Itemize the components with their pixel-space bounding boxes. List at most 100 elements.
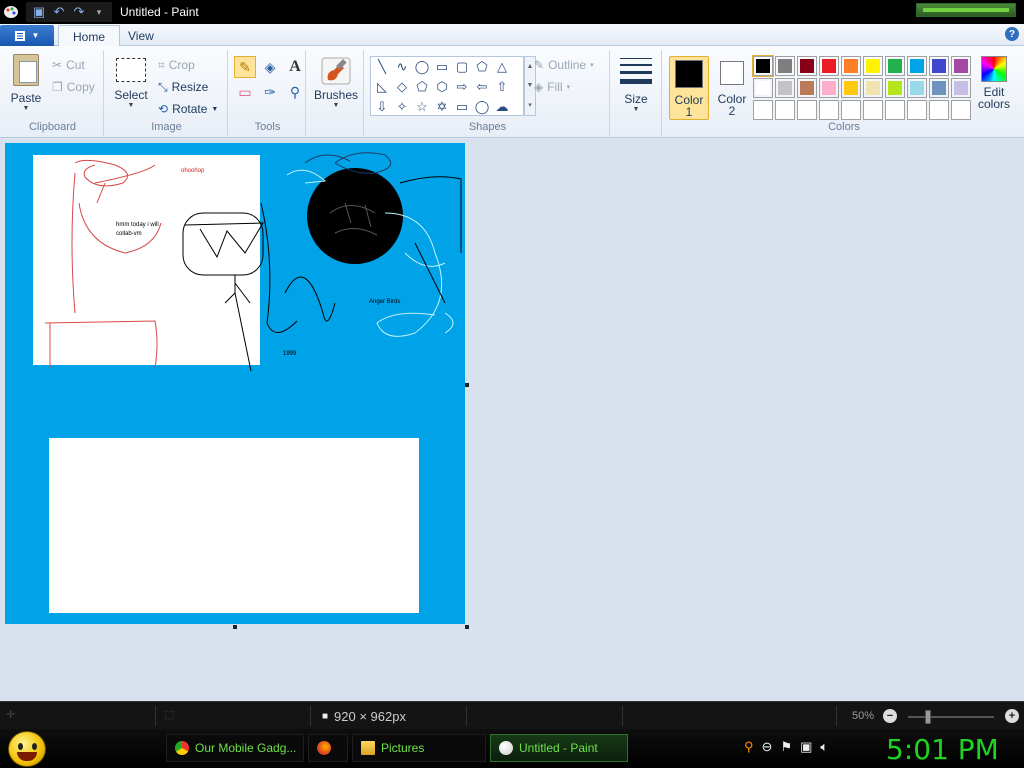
status-icon[interactable]: ⊖ bbox=[762, 739, 773, 755]
palette-swatch[interactable] bbox=[797, 78, 817, 98]
palette-swatch[interactable] bbox=[951, 56, 971, 76]
zoom-slider-thumb[interactable] bbox=[925, 710, 931, 724]
resize-handle-bottom[interactable] bbox=[233, 625, 237, 629]
fill-bucket-icon[interactable]: ◈ bbox=[259, 56, 281, 78]
eraser-icon[interactable]: ▭ bbox=[234, 81, 256, 103]
paint-app-icon[interactable] bbox=[2, 3, 20, 21]
zoom-in-icon[interactable]: + bbox=[1005, 709, 1019, 723]
fill-button[interactable]: ◈ Fill ▾ bbox=[534, 78, 570, 96]
up-arrow-shape-icon[interactable]: ⇧ bbox=[492, 77, 512, 97]
polygon-shape-icon[interactable]: ⬠ bbox=[472, 57, 492, 77]
taskbar-item-pictures[interactable]: Pictures bbox=[352, 734, 486, 762]
taskbar-clock[interactable]: 5:01 PM bbox=[886, 733, 999, 766]
palette-swatch-empty[interactable] bbox=[885, 100, 905, 120]
taskbar-item-firefox[interactable] bbox=[308, 734, 348, 762]
palette-swatch-empty[interactable] bbox=[775, 100, 795, 120]
help-icon[interactable]: ? bbox=[1005, 27, 1019, 41]
drawing-canvas[interactable]: ohoohop hmm today i will collab-vm Anger… bbox=[5, 143, 465, 624]
four-point-star-shape-icon[interactable]: ✧ bbox=[392, 97, 412, 117]
taskbar-item-paint[interactable]: Untitled - Paint bbox=[490, 734, 628, 762]
palette-swatch[interactable] bbox=[775, 78, 795, 98]
palette-swatch-empty[interactable] bbox=[797, 100, 817, 120]
brushes-button[interactable]: Brushes ▼ bbox=[314, 54, 358, 109]
oval-callout-shape-icon[interactable]: ◯ bbox=[472, 97, 492, 117]
hexagon-shape-icon[interactable]: ⬡ bbox=[432, 77, 452, 97]
line-shape-icon[interactable]: ╲ bbox=[372, 57, 392, 77]
palette-swatch[interactable] bbox=[841, 56, 861, 76]
left-arrow-shape-icon[interactable]: ⇦ bbox=[472, 77, 492, 97]
network-icon[interactable]: ▣ bbox=[800, 739, 812, 755]
undo-icon[interactable]: ↶ bbox=[50, 3, 68, 21]
palette-swatch[interactable] bbox=[863, 56, 883, 76]
right-arrow-shape-icon[interactable]: ⇨ bbox=[452, 77, 472, 97]
palette-swatch[interactable] bbox=[753, 78, 773, 98]
palette-swatch[interactable] bbox=[907, 56, 927, 76]
palette-swatch[interactable] bbox=[885, 56, 905, 76]
rotate-button[interactable]: ⟲ Rotate ▼ bbox=[158, 100, 218, 118]
six-point-star-shape-icon[interactable]: ✡ bbox=[432, 97, 452, 117]
palette-swatch-empty[interactable] bbox=[907, 100, 927, 120]
palette-swatch-empty[interactable] bbox=[951, 100, 971, 120]
palette-swatch[interactable] bbox=[819, 56, 839, 76]
palette-swatch[interactable] bbox=[775, 56, 795, 76]
color1-button[interactable]: Color 1 bbox=[669, 56, 709, 120]
customize-qat-icon[interactable]: ▾ bbox=[90, 3, 108, 21]
size-button[interactable]: Size ▼ bbox=[618, 56, 654, 113]
resize-button[interactable]: ⤡ Resize bbox=[158, 78, 208, 96]
diamond-shape-icon[interactable]: ◇ bbox=[392, 77, 412, 97]
palette-swatch[interactable] bbox=[819, 78, 839, 98]
color-picker-icon[interactable]: ✑ bbox=[259, 81, 281, 103]
palette-swatch-empty[interactable] bbox=[841, 100, 861, 120]
right-triangle-shape-icon[interactable]: ◺ bbox=[372, 77, 392, 97]
palette-swatch[interactable] bbox=[797, 56, 817, 76]
rect-callout-shape-icon[interactable]: ▭ bbox=[452, 97, 472, 117]
zoom-slider-track[interactable] bbox=[908, 716, 994, 718]
palette-swatch[interactable] bbox=[907, 78, 927, 98]
cloud-callout-shape-icon[interactable]: ☁ bbox=[492, 97, 512, 117]
five-point-star-shape-icon[interactable]: ☆ bbox=[412, 97, 432, 117]
magnifier-icon[interactable]: ⚲ bbox=[284, 81, 306, 103]
copy-button[interactable]: ❐ Copy bbox=[52, 78, 95, 96]
redo-icon[interactable]: ↷ bbox=[70, 3, 88, 21]
resize-handle-right[interactable] bbox=[465, 383, 469, 387]
triangle-shape-icon[interactable]: △ bbox=[492, 57, 512, 77]
palette-swatch[interactable] bbox=[752, 55, 774, 77]
save-icon[interactable]: ▣ bbox=[30, 3, 48, 21]
palette-swatch[interactable] bbox=[863, 78, 883, 98]
edit-colors-button[interactable]: Edit colors bbox=[976, 56, 1012, 110]
palette-swatch[interactable] bbox=[929, 78, 949, 98]
palette-swatch-empty[interactable] bbox=[929, 100, 949, 120]
rounded-rectangle-shape-icon[interactable]: ▢ bbox=[452, 57, 472, 77]
pencil-icon[interactable]: ✎ bbox=[234, 56, 256, 78]
action-center-flag-icon[interactable]: ⚑ bbox=[780, 739, 792, 755]
crop-button[interactable]: ⌗ Crop bbox=[158, 56, 195, 74]
start-button[interactable] bbox=[8, 731, 46, 767]
volume-icon[interactable]: 🔈︎ bbox=[820, 739, 828, 755]
zoom-out-icon[interactable]: − bbox=[883, 709, 897, 723]
search-icon[interactable]: ⚲ bbox=[744, 739, 754, 755]
paint-menu-button[interactable]: ▼ bbox=[0, 25, 54, 46]
palette-swatch[interactable] bbox=[885, 78, 905, 98]
resize-handle-corner[interactable] bbox=[465, 625, 469, 629]
palette-swatch[interactable] bbox=[929, 56, 949, 76]
taskbar-item-chrome[interactable]: Our Mobile Gadg... bbox=[166, 734, 304, 762]
select-button[interactable]: Select ▼ bbox=[112, 58, 150, 109]
pentagon-shape-icon[interactable]: ⬠ bbox=[412, 77, 432, 97]
outline-button[interactable]: ✎ Outline ▾ bbox=[534, 56, 594, 74]
palette-swatch-empty[interactable] bbox=[819, 100, 839, 120]
palette-swatch-empty[interactable] bbox=[753, 100, 773, 120]
cut-button[interactable]: ✂ Cut bbox=[52, 56, 85, 74]
palette-swatch[interactable] bbox=[951, 78, 971, 98]
palette-swatch[interactable] bbox=[841, 78, 861, 98]
tab-home[interactable]: Home bbox=[58, 25, 121, 47]
color2-button[interactable]: Color 2 bbox=[712, 56, 752, 120]
tab-view[interactable]: View bbox=[114, 25, 168, 47]
palette-swatch-empty[interactable] bbox=[863, 100, 883, 120]
rectangle-shape-icon[interactable]: ▭ bbox=[432, 57, 452, 77]
down-arrow-shape-icon[interactable]: ⇩ bbox=[372, 97, 392, 117]
window-controls[interactable] bbox=[916, 3, 1016, 17]
oval-shape-icon[interactable]: ◯ bbox=[412, 57, 432, 77]
paste-button[interactable]: Paste ▼ bbox=[8, 54, 44, 112]
text-tool-icon[interactable]: A bbox=[284, 56, 306, 78]
curve-shape-icon[interactable]: ∿ bbox=[392, 57, 412, 77]
